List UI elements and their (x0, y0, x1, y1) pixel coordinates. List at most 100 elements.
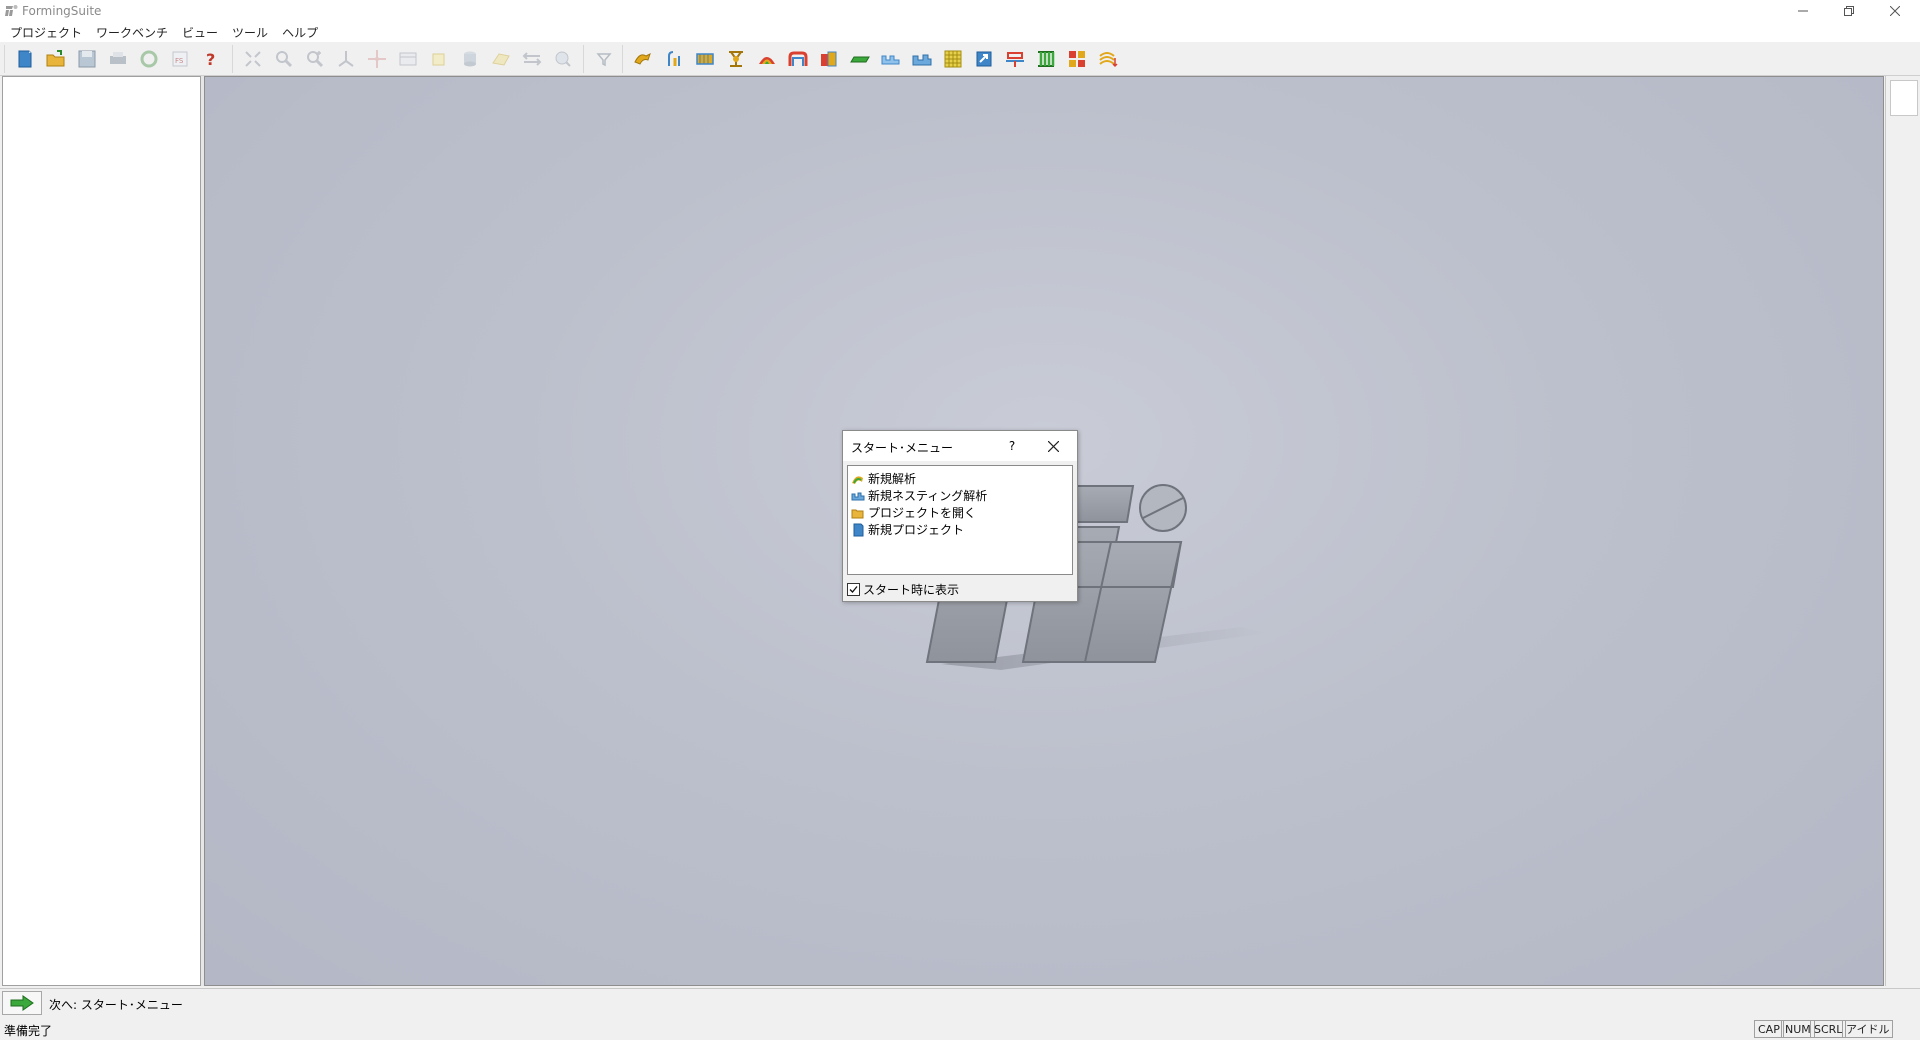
start-menu-list: 新規解析 新規ネスティング解析 プロジェクトを開く 新規プロジェクト (847, 465, 1073, 575)
plate-button[interactable] (846, 46, 874, 72)
status-bar: 準備完了 CAP NUM SCRL アイドル (0, 1018, 1920, 1040)
next-step-bar: 次へ: スタート･メニュー (0, 988, 1920, 1016)
grid-icon (944, 50, 962, 68)
show-on-start-label: スタート時に表示 (863, 583, 960, 597)
measure-button[interactable] (518, 46, 546, 72)
profile-icon (881, 55, 900, 65)
menu-project[interactable]: プロジェクト (3, 22, 89, 42)
strip-button[interactable] (691, 46, 719, 72)
close-icon (1890, 6, 1900, 16)
menu-workbench[interactable]: ワークベンチ (89, 22, 175, 42)
transfer-button[interactable] (970, 46, 998, 72)
surface-icon (492, 53, 510, 66)
start-item-label: 新規ネスティング解析 (868, 489, 988, 503)
strip-icon (696, 53, 714, 65)
dialog-close-button[interactable] (1039, 435, 1067, 457)
window-title: FormingSuite (22, 4, 102, 18)
start-item-new-nesting[interactable]: 新規ネスティング解析 (848, 487, 1072, 504)
help-button[interactable]: ? (197, 46, 225, 72)
profile-button[interactable] (877, 46, 905, 72)
start-item-new-analysis[interactable]: 新規解析 (848, 470, 1072, 487)
grid-button[interactable] (939, 46, 967, 72)
status-text: 準備完了 (4, 1024, 53, 1038)
section-icon (399, 52, 417, 66)
svg-text:?: ? (206, 50, 215, 69)
toolbar-view-group (232, 45, 580, 73)
layout-icon (1069, 51, 1085, 67)
inspect-icon (555, 51, 571, 67)
zoom-fit-button[interactable] (239, 46, 267, 72)
axes-button[interactable] (332, 46, 360, 72)
inspect-button[interactable] (549, 46, 577, 72)
new-project-button[interactable] (11, 46, 39, 72)
box-icon (432, 53, 445, 66)
menu-view[interactable]: ビュー (175, 22, 225, 42)
cylinder-button[interactable] (456, 46, 484, 72)
right-panel-strip (1885, 76, 1920, 986)
dialog-title: スタート･メニュー (851, 441, 954, 455)
pan-button[interactable] (363, 46, 391, 72)
columns-button[interactable] (1032, 46, 1060, 72)
new-project-icon (18, 50, 32, 68)
svg-text:FS: FS (175, 57, 184, 65)
start-item-new-project[interactable]: 新規プロジェクト (848, 521, 1072, 538)
columns-icon (1038, 51, 1055, 67)
start-item-label: プロジェクトを開く (868, 506, 977, 520)
nest-button[interactable] (908, 46, 936, 72)
right-panel-tab[interactable] (1890, 80, 1918, 116)
status-scrl: SCRL (1810, 1020, 1847, 1038)
report-button[interactable] (1094, 46, 1122, 72)
next-step-button[interactable] (2, 991, 42, 1015)
axes-icon (338, 51, 354, 67)
minimize-icon (1798, 10, 1808, 12)
project-tree-pane[interactable] (2, 76, 201, 986)
minimize-button[interactable] (1780, 0, 1826, 22)
material-button[interactable] (815, 46, 843, 72)
box-button[interactable] (425, 46, 453, 72)
app-window: FormingSuite プロジェクト ワークベンチ ビュー ツール ヘルプ F… (0, 0, 1920, 1040)
checkmark-icon (849, 586, 858, 593)
show-on-start-checkbox[interactable]: スタート時に表示 (847, 581, 959, 598)
section-cut-button[interactable] (1001, 46, 1029, 72)
print-button[interactable] (104, 46, 132, 72)
dialog-help-button[interactable]: ? (1001, 435, 1023, 457)
stand-button[interactable] (722, 46, 750, 72)
pan-icon (368, 50, 386, 68)
restore-button[interactable] (1826, 0, 1872, 22)
refresh-icon (140, 50, 158, 68)
flower-icon (634, 53, 651, 65)
menu-bar: プロジェクト ワークベンチ ビュー ツール ヘルプ (0, 22, 1920, 42)
new-project-icon (853, 523, 864, 536)
surface-button[interactable] (487, 46, 515, 72)
fs-button[interactable]: FS (166, 46, 194, 72)
toolbar-filter-group (583, 45, 621, 73)
roll-button[interactable] (660, 46, 688, 72)
section-button[interactable] (394, 46, 422, 72)
close-window-button[interactable] (1872, 0, 1918, 22)
new-analysis-icon (852, 475, 863, 484)
section-cut-icon (1006, 52, 1024, 67)
close-icon (1047, 440, 1059, 452)
filter-button[interactable] (590, 46, 618, 72)
menu-tools[interactable]: ツール (225, 22, 275, 42)
status-cap: CAP (1754, 1020, 1784, 1038)
toolbar-file-group: FS ? (4, 45, 228, 73)
analysis-button[interactable] (753, 46, 781, 72)
flower-button[interactable] (629, 46, 657, 72)
analysis-icon (759, 57, 775, 64)
plate-icon (850, 56, 870, 63)
refresh-button[interactable] (135, 46, 163, 72)
material-icon (821, 51, 837, 67)
bend-button[interactable] (784, 46, 812, 72)
zoom-in-button[interactable] (301, 46, 329, 72)
print-icon (110, 52, 126, 64)
save-button[interactable] (73, 46, 101, 72)
start-item-open-project[interactable]: プロジェクトを開く (848, 504, 1072, 521)
layout-button[interactable] (1063, 46, 1091, 72)
zoom-button[interactable] (270, 46, 298, 72)
transfer-icon (976, 51, 992, 67)
measure-icon (522, 52, 542, 66)
menu-help[interactable]: ヘルプ (275, 22, 325, 42)
checkbox-box[interactable] (847, 583, 860, 596)
open-project-button[interactable] (42, 46, 70, 72)
